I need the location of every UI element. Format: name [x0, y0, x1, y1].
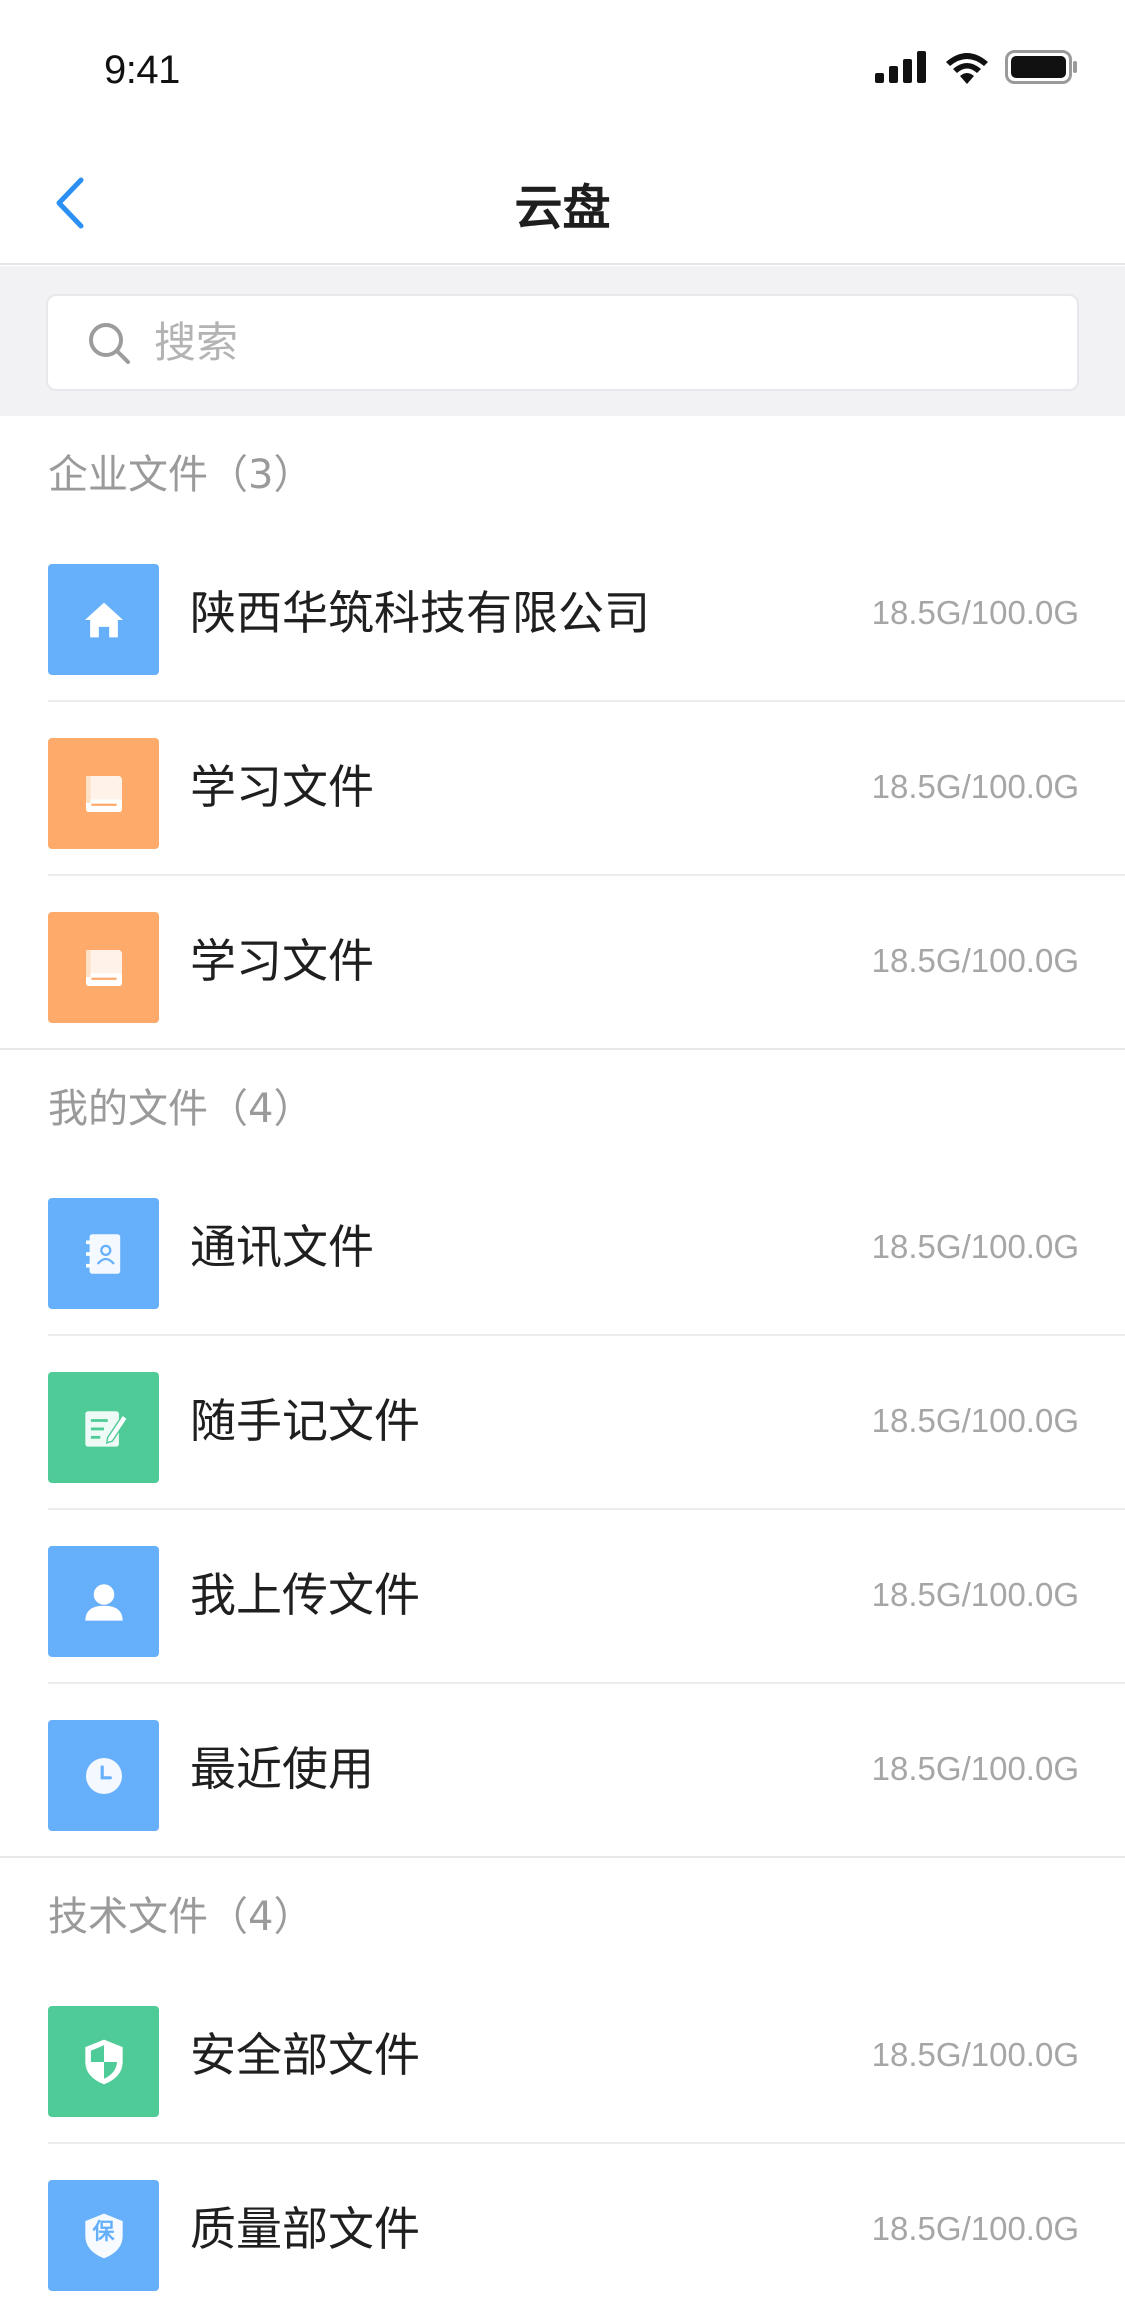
search-icon	[89, 322, 130, 364]
item-label: 学习文件	[190, 760, 374, 814]
search-input[interactable]	[154, 318, 1014, 367]
storage-usage: 18.5G/100.0G	[871, 1402, 1079, 1439]
home-icon	[48, 564, 159, 675]
battery-icon	[1005, 50, 1077, 84]
signal-icon	[875, 51, 926, 83]
file-folder-item[interactable]: 我上传文件 18.5G/100.0G	[48, 1508, 1125, 1682]
item-label: 我上传文件	[190, 1568, 420, 1622]
status-bar: 9:41	[0, 0, 1125, 140]
badge-text: 保	[92, 2220, 115, 2245]
storage-usage: 18.5G/100.0G	[871, 768, 1079, 805]
status-icons	[875, 50, 1079, 84]
section-header: 技术文件（4）	[48, 1894, 314, 1940]
storage-usage: 18.5G/100.0G	[871, 594, 1079, 631]
storage-usage: 18.5G/100.0G	[871, 2210, 1079, 2247]
item-label: 陕西华筑科技有限公司	[190, 586, 650, 640]
item-label: 学习文件	[190, 934, 374, 988]
nav-bar: 云盘	[0, 140, 1125, 265]
book-icon	[48, 738, 159, 849]
storage-usage: 18.5G/100.0G	[871, 2036, 1079, 2073]
section-header: 我的文件（4）	[48, 1086, 314, 1132]
contacts-icon	[48, 1198, 159, 1309]
wifi-icon	[946, 53, 988, 84]
shield-badge-icon: 保	[48, 2180, 159, 2291]
section-header: 企业文件（3）	[48, 452, 314, 498]
file-folder-item[interactable]: 陕西华筑科技有限公司 18.5G/100.0G	[48, 526, 1125, 700]
status-time: 9:41	[104, 48, 180, 92]
page-title: 云盘	[514, 180, 611, 236]
file-folder-item[interactable]: 通讯文件 18.5G/100.0G	[48, 1160, 1125, 1334]
file-folder-item[interactable]: 安全部文件 18.5G/100.0G	[48, 1968, 1125, 2142]
storage-usage: 18.5G/100.0G	[871, 942, 1079, 979]
note-edit-icon	[48, 1372, 159, 1483]
storage-usage: 18.5G/100.0G	[871, 1228, 1079, 1265]
storage-usage: 18.5G/100.0G	[871, 1576, 1079, 1613]
user-icon	[48, 1546, 159, 1657]
file-folder-item[interactable]: 随手记文件 18.5G/100.0G	[48, 1334, 1125, 1508]
storage-usage: 18.5G/100.0G	[871, 1750, 1079, 1787]
item-label: 最近使用	[190, 1742, 374, 1796]
file-folder-item[interactable]: 学习文件 18.5G/100.0G	[48, 700, 1125, 874]
item-label: 通讯文件	[190, 1220, 374, 1274]
shield-icon	[48, 2006, 159, 2117]
file-folder-item[interactable]: 最近使用 18.5G/100.0G	[48, 1682, 1125, 1856]
book-icon	[48, 912, 159, 1023]
item-label: 质量部文件	[190, 2202, 420, 2256]
search-box[interactable]	[46, 294, 1079, 391]
file-folder-item[interactable]: 学习文件 18.5G/100.0G	[48, 874, 1125, 1048]
file-folder-item[interactable]: 保 质量部文件 18.5G/100.0G	[48, 2142, 1125, 2316]
item-label: 随手记文件	[190, 1394, 420, 1448]
file-list: 企业文件（3） 陕西华筑科技有限公司 18.5G/100.0G 学习文件 18.5G/1…	[0, 416, 1125, 2316]
clock-icon	[48, 1720, 159, 1831]
search-bar	[0, 266, 1125, 416]
item-label: 安全部文件	[190, 2028, 420, 2082]
